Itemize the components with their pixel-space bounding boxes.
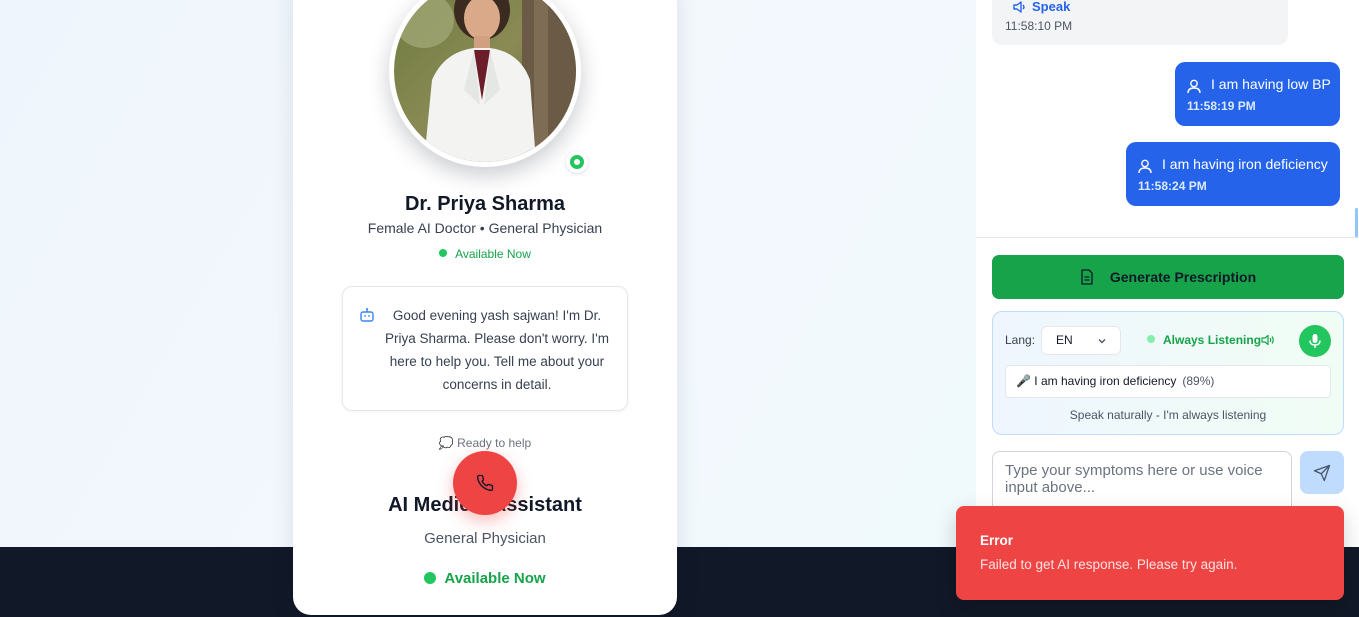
call-button[interactable] [453,451,517,515]
greeting-box: Good evening yash sajwan! I'm Dr. Priya … [342,286,628,411]
generate-prescription-label: Generate Prescription [1109,269,1257,285]
doctor-role: Female AI Doctor • General Physician [367,220,603,236]
language-select[interactable]: EN [1041,326,1121,355]
microphone-button[interactable] [1299,325,1331,357]
message-time: 11:58:24 PM [1138,179,1207,193]
assistant-availability-text: Available Now [444,570,546,587]
microphone-icon [1309,334,1321,348]
online-indicator [566,151,588,173]
toast-title: Error [980,533,1014,548]
error-toast[interactable]: Error Failed to get AI response. Please … [956,506,1344,600]
voice-transcript: 🎤 I am having iron deficiency (89%) [1005,365,1331,398]
user-icon [1138,159,1152,174]
document-icon [1081,269,1093,285]
status-dot [424,572,437,584]
doctor-availability-text: Available Now [455,247,531,261]
volume-icon[interactable] [1261,334,1275,346]
speaker-icon [1013,1,1025,13]
user-message-text: I am having iron deficiency [1162,156,1328,172]
assistant-availability: Available Now [293,570,677,587]
doctor-photo [394,0,576,162]
language-label: Lang: [1005,333,1036,347]
generate-prescription-button[interactable]: Generate Prescription [992,255,1344,299]
user-message: I am having iron deficiency 11:58:24 PM [1126,142,1340,206]
message-time: 11:58:19 PM [1187,99,1256,113]
assistant-specialty: General Physician [424,530,546,547]
toast-message: Failed to get AI response. Please try ag… [980,557,1238,572]
ready-status: 💭 Ready to help [438,436,532,450]
send-icon [1313,464,1331,481]
listening-dot [1147,335,1155,343]
user-icon [1187,79,1201,94]
send-button[interactable] [1300,451,1344,494]
speak-button[interactable]: Speak [1032,0,1070,14]
user-message: I am having low BP 11:58:19 PM [1175,62,1340,126]
status-dot [439,249,448,257]
message-time: 11:58:10 PM [1005,19,1073,33]
listening-label: Always Listening [1163,333,1262,347]
chevron-down-icon [1098,339,1106,344]
transcript-confidence: (89%) [1182,374,1215,388]
greeting-text: Good evening yash sajwan! I'm Dr. Priya … [385,308,609,392]
phone-icon [476,474,494,492]
mic-emoji-icon: 🎤 [1016,374,1031,388]
scrollbar[interactable] [1355,208,1358,237]
transcript-text: I am having iron deficiency [1034,374,1177,388]
chat-messages[interactable]: Speak 11:58:10 PM I am having low BP 11:… [976,0,1359,238]
voice-hint: Speak naturally - I'm always listening [1069,408,1267,422]
user-message-text: I am having low BP [1211,76,1331,92]
bot-message: Speak 11:58:10 PM [992,0,1288,45]
bot-icon [360,308,374,322]
doctor-name: Dr. Priya Sharma [404,193,566,215]
language-value: EN [1056,333,1073,347]
listening-status: Always Listening [1147,333,1261,347]
doctor-availability: Available Now [293,247,677,261]
